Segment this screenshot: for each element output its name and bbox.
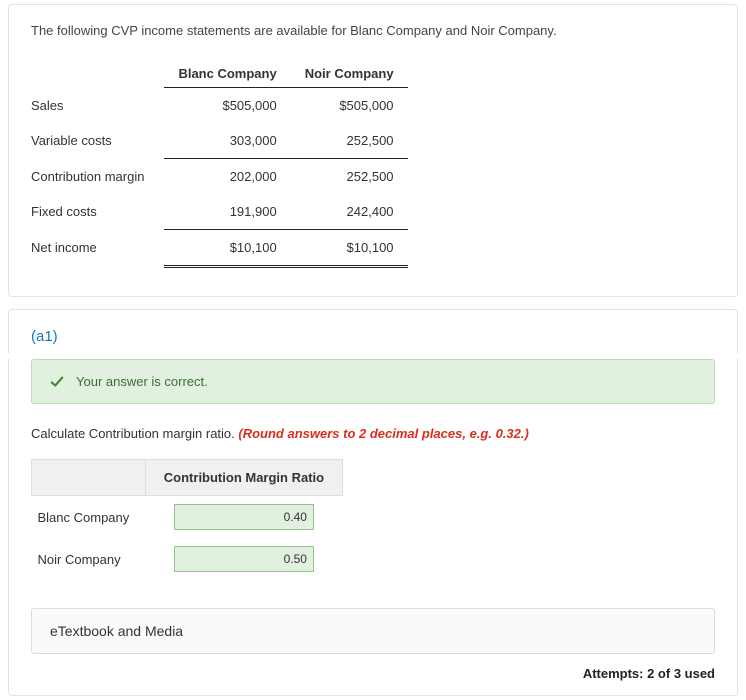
intro-text: The following CVP income statements are … [31,23,715,38]
table-row: Sales $505,000 $505,000 [31,88,408,124]
row-label: Variable costs [31,123,164,159]
cell-value: 191,900 [164,194,290,230]
row-label: Sales [31,88,164,124]
row-label: Net income [31,230,164,266]
table-row: Net income $10,100 $10,100 [31,230,408,266]
part-label: (a1) [8,309,738,353]
instruction-hint: (Round answers to 2 decimal places, e.g.… [238,426,528,441]
row-label: Contribution margin [31,159,164,195]
col-header-noir: Noir Company [291,60,408,88]
cell-value: 242,400 [291,194,408,230]
cell-value: 252,500 [291,123,408,159]
instruction-text: Calculate Contribution margin ratio. (Ro… [31,426,715,441]
ratio-empty-header [32,460,146,496]
ratio-table: Contribution Margin Ratio Blanc Company … [31,459,343,580]
blanc-ratio-input[interactable] [174,504,314,530]
table-row: Fixed costs 191,900 242,400 [31,194,408,230]
ratio-row-label: Blanc Company [32,496,146,539]
noir-ratio-input[interactable] [174,546,314,572]
cell-value: 202,000 [164,159,290,195]
correct-banner: Your answer is correct. [31,359,715,404]
ratio-row: Noir Company [32,538,343,580]
cell-value: $505,000 [164,88,290,124]
ratio-header: Contribution Margin Ratio [145,460,342,496]
attempts-text: Attempts: 2 of 3 used [31,666,715,681]
cell-value: 303,000 [164,123,290,159]
answer-panel: Your answer is correct. Calculate Contri… [8,359,738,696]
etextbook-media-button[interactable]: eTextbook and Media [31,608,715,654]
table-row: Contribution margin 202,000 252,500 [31,159,408,195]
ratio-row-label: Noir Company [32,538,146,580]
cvp-table: Blanc Company Noir Company Sales $505,00… [31,60,408,266]
cell-value: $10,100 [291,230,408,266]
table-row: Variable costs 303,000 252,500 [31,123,408,159]
cell-value: $505,000 [291,88,408,124]
problem-panel: The following CVP income statements are … [8,4,738,297]
cell-value: 252,500 [291,159,408,195]
ratio-row: Blanc Company [32,496,343,539]
col-header-blanc: Blanc Company [164,60,290,88]
cell-value: $10,100 [164,230,290,266]
correct-message: Your answer is correct. [76,374,208,389]
row-label: Fixed costs [31,194,164,230]
check-icon [50,375,64,389]
